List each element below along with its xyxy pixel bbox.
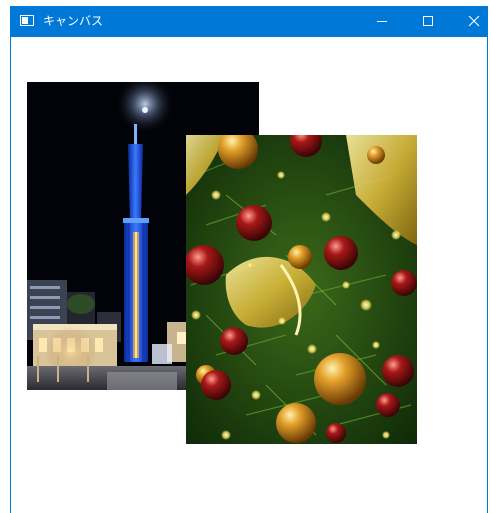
minimize-icon	[377, 21, 387, 22]
app-window: キャンバス	[10, 6, 488, 513]
close-icon	[468, 15, 480, 27]
title-bar[interactable]: キャンバス	[11, 6, 487, 37]
window-title: キャンバス	[43, 14, 104, 28]
maximize-icon	[423, 16, 433, 26]
close-button[interactable]	[451, 6, 491, 37]
canvas-area[interactable]	[11, 37, 487, 513]
maximize-button[interactable]	[405, 6, 451, 37]
window-app-icon[interactable]	[20, 15, 34, 26]
christmas-tree-photo[interactable]	[186, 135, 417, 444]
minimize-button[interactable]	[359, 6, 405, 37]
